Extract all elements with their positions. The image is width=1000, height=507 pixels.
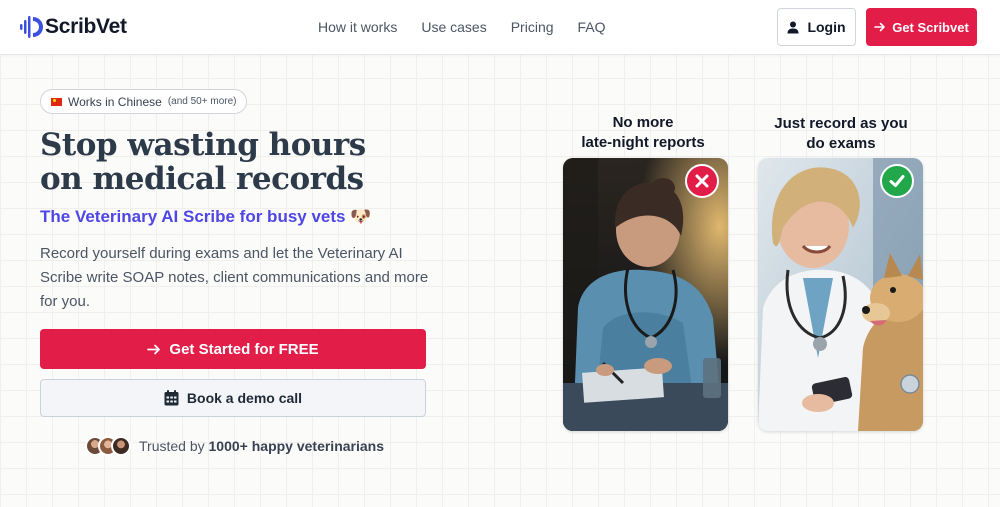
after-image-card [758,158,923,431]
after-caption-line-1: Just record as you [774,115,908,132]
before-image-card [563,158,728,431]
get-started-label: Get Started for FREE [169,340,319,358]
x-mark-icon [685,164,719,198]
before-caption: No more late-night reports [553,113,733,153]
before-caption-line-2: late-night reports [581,134,705,151]
calendar-icon [164,390,179,406]
main-nav: How it works Use cases Pricing FAQ [318,19,630,35]
login-label: Login [807,19,846,35]
language-badge-text: Works in Chinese [68,94,162,109]
check-icon [880,164,914,198]
before-caption-line-1: No more [612,114,674,131]
trust-row: Trusted by 1000+ happy veterinarians [85,436,384,456]
book-demo-label: Book a demo call [186,390,303,406]
language-badge-subtext: (and 50+ more) [167,96,237,107]
hero-title: Stop wasting hours on medical records [40,128,460,196]
late-night-vet-image [563,158,728,431]
trust-prefix: Trusted by [139,438,205,454]
get-started-button[interactable]: Get Started for FREE [40,329,426,369]
site-header: ScribVet How it works Use cases Pricing … [0,0,1000,55]
hero-title-line-1: Stop wasting hours [40,127,366,163]
nav-faq[interactable]: FAQ [578,19,606,35]
logo-text: ScribVet [45,15,127,38]
hero-tagline: The Veterinary AI Scribe for busy vets 🐶 [40,207,372,226]
logo[interactable]: ScribVet [20,12,127,42]
nav-use-cases[interactable]: Use cases [421,19,486,35]
avatar [111,436,131,456]
get-scribvet-label: Get Scribvet [892,19,969,35]
login-button[interactable]: Login [777,8,856,46]
after-caption-line-2: do exams [806,135,876,152]
logo-icon [20,16,43,38]
get-scribvet-button[interactable]: Get Scribvet [866,8,977,46]
nav-pricing[interactable]: Pricing [511,19,554,35]
china-flag-icon [51,97,62,106]
after-caption: Just record as you do exams [751,114,931,154]
hero-description: Record yourself during exams and let the… [40,245,429,310]
avatar-group [85,436,131,456]
trust-text: Trusted by 1000+ happy veterinarians [139,438,384,454]
arrow-right-icon [874,22,886,32]
book-demo-button[interactable]: Book a demo call [40,379,426,417]
nav-how-it-works[interactable]: How it works [318,19,397,35]
trust-count: 1000+ happy veterinarians [208,438,385,454]
language-badge[interactable]: Works in Chinese (and 50+ more) [40,89,248,114]
hero-title-line-2: on medical records [40,161,364,197]
user-icon [787,21,799,33]
arrow-right-icon [147,344,161,354]
x-mark-glyph [695,174,709,188]
vet-with-dog-image [758,158,923,431]
check-glyph [889,175,905,187]
